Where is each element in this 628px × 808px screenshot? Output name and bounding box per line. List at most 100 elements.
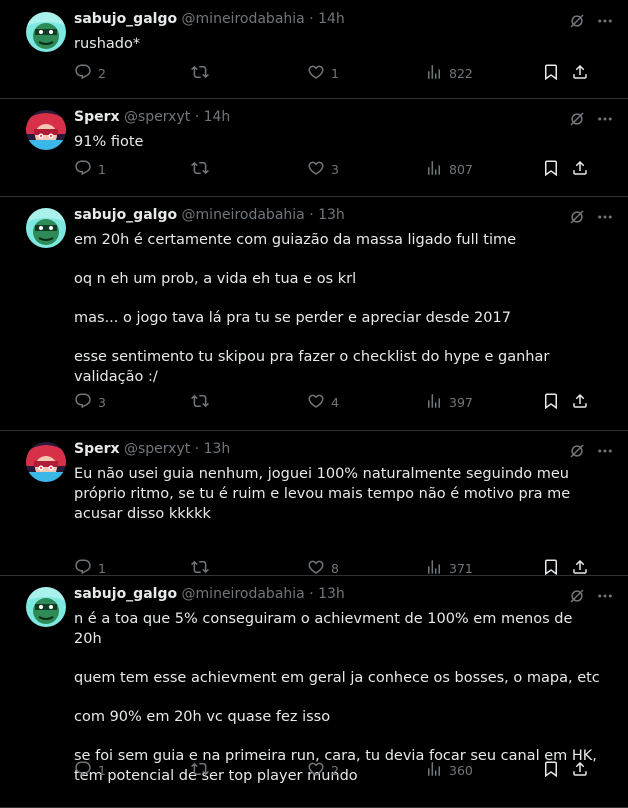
timestamp[interactable]: 13h xyxy=(204,441,231,457)
header-actions xyxy=(568,110,614,132)
more-icon[interactable] xyxy=(596,12,614,34)
views-button[interactable]: 807 xyxy=(425,159,473,180)
retweet-button[interactable] xyxy=(191,63,215,84)
grok-icon[interactable] xyxy=(568,208,586,230)
tweet-header: sabujo_galgo @mineirodabahia · 13h xyxy=(74,207,345,223)
views-count: 371 xyxy=(449,561,473,576)
timestamp[interactable]: 13h xyxy=(318,207,345,223)
author-name[interactable]: sabujo_galgo xyxy=(74,207,177,223)
action-bar: 1 3 807 xyxy=(74,159,594,183)
header-actions xyxy=(568,12,614,34)
author-name[interactable]: Sperx xyxy=(74,441,120,457)
retweet-button[interactable] xyxy=(191,392,215,413)
reply-button[interactable]: 1 xyxy=(74,159,106,180)
author-handle[interactable]: @sperxyt xyxy=(124,441,190,457)
tweet-header: sabujo_galgo @mineirodabahia · 13h xyxy=(74,586,345,602)
avatar[interactable] xyxy=(26,442,66,482)
like-button[interactable]: 3 xyxy=(307,159,339,180)
bookmark-icon xyxy=(542,159,560,180)
bookmark-button[interactable] xyxy=(542,159,560,180)
tweet[interactable]: sabujo_galgo @mineirodabahia · 14h rushad… xyxy=(0,0,628,99)
like-button[interactable]: 2 xyxy=(307,760,339,781)
separator: · xyxy=(309,586,314,602)
avatar[interactable] xyxy=(26,587,66,627)
author-handle[interactable]: @mineirodabahia xyxy=(182,586,305,602)
share-icon xyxy=(571,63,589,84)
like-count: 1 xyxy=(331,66,339,81)
bookmark-button[interactable] xyxy=(542,392,560,413)
author-name[interactable]: sabujo_galgo xyxy=(74,586,177,602)
retweet-button[interactable] xyxy=(191,159,215,180)
reply-button[interactable]: 1 xyxy=(74,760,106,781)
timestamp[interactable]: 14h xyxy=(318,11,345,27)
timestamp[interactable]: 13h xyxy=(318,586,345,602)
tweet-paragraph: quem tem esse achievment em geral ja con… xyxy=(74,670,600,686)
retweet-button[interactable] xyxy=(191,760,215,781)
avatar[interactable] xyxy=(26,208,66,248)
bookmark-button[interactable] xyxy=(542,63,560,84)
like-button[interactable]: 1 xyxy=(307,63,339,84)
retweet-icon xyxy=(191,159,209,180)
tweet-paragraph: esse sentimento tu skipou pra fazer o ch… xyxy=(74,349,550,385)
tweet[interactable]: sabujo_galgo @mineirodabahia · 13h em 20h… xyxy=(0,196,628,431)
author-handle[interactable]: @mineirodabahia xyxy=(182,11,305,27)
tweet[interactable]: sabujo_galgo @mineirodabahia · 13h n é a … xyxy=(0,575,628,808)
views-button[interactable]: 397 xyxy=(425,392,473,413)
reply-icon xyxy=(74,63,92,84)
author-name[interactable]: Sperx xyxy=(74,109,120,125)
views-icon xyxy=(425,760,443,781)
more-icon[interactable] xyxy=(596,442,614,464)
like-icon xyxy=(307,392,325,413)
bookmark-icon xyxy=(542,392,560,413)
tweet-paragraph: 91% fiote xyxy=(74,134,144,150)
like-count: 3 xyxy=(331,162,339,177)
author-handle[interactable]: @mineirodabahia xyxy=(182,207,305,223)
reply-count: 1 xyxy=(98,561,106,576)
share-button[interactable] xyxy=(571,760,589,781)
grok-icon[interactable] xyxy=(568,442,586,464)
share-button[interactable] xyxy=(571,159,589,180)
separator: · xyxy=(309,207,314,223)
tweet-text: 91% fiote xyxy=(74,132,602,152)
author-handle[interactable]: @sperxyt xyxy=(124,109,190,125)
author-name[interactable]: sabujo_galgo xyxy=(74,11,177,27)
grok-icon[interactable] xyxy=(568,110,586,132)
separator: · xyxy=(309,11,314,27)
header-actions xyxy=(568,208,614,230)
tweet[interactable]: Sperx @sperxyt · 13h Eu não usei guia nen… xyxy=(0,430,628,576)
reply-button[interactable]: 2 xyxy=(74,63,106,84)
share-button[interactable] xyxy=(571,63,589,84)
more-icon[interactable] xyxy=(596,208,614,230)
avatar[interactable] xyxy=(26,12,66,52)
bookmark-button[interactable] xyxy=(542,760,560,781)
retweet-icon xyxy=(191,63,209,84)
tweet-paragraph: em 20h é certamente com guiazão da massa… xyxy=(74,232,517,248)
like-icon xyxy=(307,63,325,84)
like-button[interactable]: 4 xyxy=(307,392,339,413)
reply-icon xyxy=(74,760,92,781)
tweet-paragraph: Eu não usei guia nenhum, joguei 100% nat… xyxy=(74,466,571,522)
views-button[interactable]: 360 xyxy=(425,760,473,781)
views-icon xyxy=(425,63,443,84)
reply-button[interactable]: 3 xyxy=(74,392,106,413)
action-bar: 1 2 360 xyxy=(74,760,594,784)
timestamp[interactable]: 14h xyxy=(204,109,231,125)
avatar[interactable] xyxy=(26,110,66,150)
bookmark-icon xyxy=(542,63,560,84)
share-icon xyxy=(571,760,589,781)
reply-count: 1 xyxy=(98,763,106,778)
views-icon xyxy=(425,392,443,413)
share-button[interactable] xyxy=(571,392,589,413)
header-actions xyxy=(568,442,614,464)
views-count: 360 xyxy=(449,763,473,778)
more-icon[interactable] xyxy=(596,587,614,609)
grok-icon[interactable] xyxy=(568,587,586,609)
grok-icon[interactable] xyxy=(568,12,586,34)
tweet[interactable]: Sperx @sperxyt · 14h 91% fiote 1 3 807 xyxy=(0,98,628,197)
more-icon[interactable] xyxy=(596,110,614,132)
like-icon xyxy=(307,760,325,781)
tweet-text: em 20h é certamente com guiazão da massa… xyxy=(74,230,602,387)
reply-icon xyxy=(74,392,92,413)
views-button[interactable]: 822 xyxy=(425,63,473,84)
share-icon xyxy=(571,159,589,180)
